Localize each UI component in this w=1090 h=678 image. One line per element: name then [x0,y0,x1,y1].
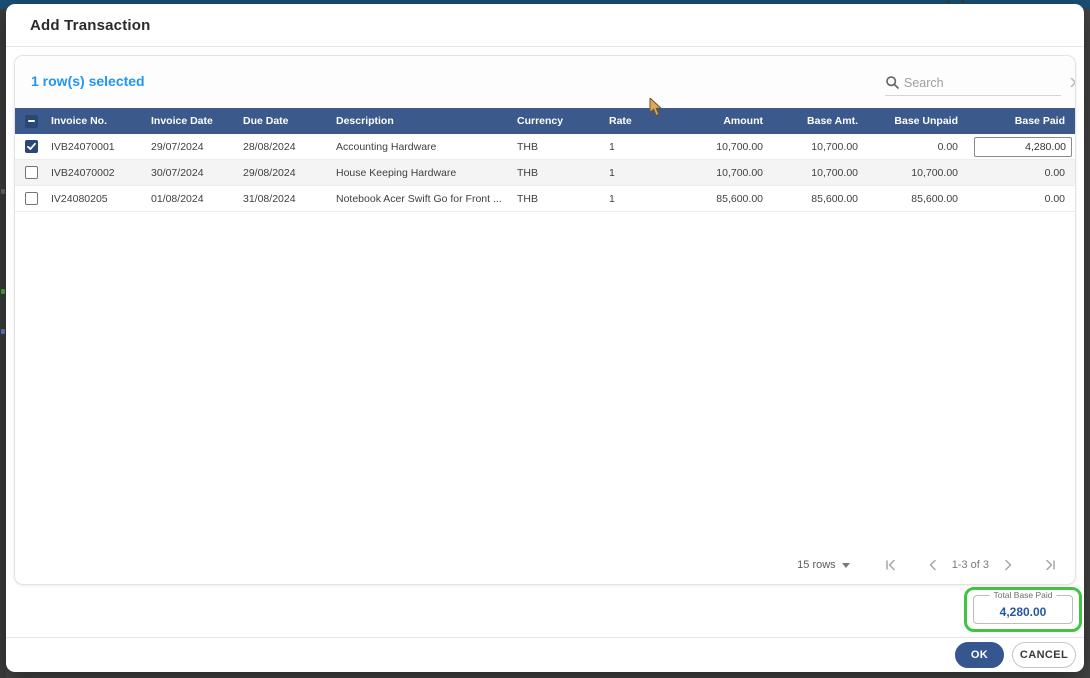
cell-due-date: 29/08/2024 [243,166,296,179]
cell-rate: 1 [609,140,615,153]
cell-base-amt: 10,700.00 [811,140,858,153]
total-base-paid-field: Total Base Paid 4,280.00 [973,590,1073,624]
cell-base-unpaid: 0.00 [937,140,958,153]
cell-invoice-date: 01/08/2024 [151,192,204,205]
search-icon [885,75,900,90]
col-header-description[interactable]: Description [332,115,513,127]
invoice-table: Invoice No. Invoice Date Due Date Descri… [15,108,1075,212]
checkbox-unchecked-icon[interactable] [24,192,38,205]
invoice-table-card: 1 row(s) selected Search Invoice No. Inv… [14,55,1076,585]
table-row[interactable]: IVB24070002 30/07/2024 29/08/2024 House … [15,160,1075,186]
page-range-label: 1-3 of 3 [951,559,989,571]
cell-amount: 85,600.00 [716,192,763,205]
cell-description: Accounting Hardware [336,140,437,153]
col-header-currency[interactable]: Currency [513,115,605,127]
col-header-base-unpaid[interactable]: Base Unpaid [870,115,970,127]
table-header-row: Invoice No. Invoice Date Due Date Descri… [15,108,1075,134]
last-page-icon[interactable] [1037,553,1063,577]
cell-description: House Keeping Hardware [336,166,457,179]
checkbox-indeterminate-icon[interactable] [24,114,38,128]
first-page-icon[interactable] [878,553,904,577]
cell-invoice-date: 30/07/2024 [151,166,204,179]
cell-invoice-no: IV24080205 [51,192,108,205]
base-paid-input[interactable] [974,136,1072,157]
dialog-title: Add Transaction [30,17,151,34]
cell-base-paid: 0.00 [1044,192,1065,205]
cell-base-amt: 10,700.00 [811,166,858,179]
col-header-invoice-date[interactable]: Invoice Date [147,115,239,127]
cell-base-unpaid: 85,600.00 [911,192,958,205]
cell-amount: 10,700.00 [716,166,763,179]
ok-button[interactable]: OK [955,642,1004,668]
total-base-paid-label: Total Base Paid [989,590,1057,600]
cell-due-date: 28/08/2024 [243,140,296,153]
cell-description: Notebook Acer Swift Go for Front ... [336,192,502,205]
select-all-checkbox[interactable] [15,114,47,128]
cell-base-amt: 85,600.00 [811,192,858,205]
total-base-paid-value: 4,280.00 [999,604,1047,619]
dialog-footer: OK CANCEL [6,637,1084,672]
cell-invoice-no: IVB24070002 [51,166,115,179]
table-row[interactable]: IV24080205 01/08/2024 31/08/2024 Noteboo… [15,186,1075,212]
col-header-invoice-no[interactable]: Invoice No. [47,115,147,127]
cell-rate: 1 [609,192,615,205]
cell-currency: THB [517,140,538,153]
pagination-bar: 15 rows 1-3 of 3 [797,553,1063,577]
cell-invoice-date: 29/07/2024 [151,140,204,153]
cell-base-unpaid: 10,700.00 [911,166,958,179]
col-header-base-amt[interactable]: Base Amt. [775,115,870,127]
next-page-icon[interactable] [995,553,1021,577]
selection-status: 1 row(s) selected [31,73,145,89]
cancel-button[interactable]: CANCEL [1012,642,1076,668]
checkbox-unchecked-icon[interactable] [24,166,38,179]
total-base-paid-highlight: Total Base Paid 4,280.00 [964,587,1082,632]
col-header-rate[interactable]: Rate [605,115,665,127]
cell-amount: 10,700.00 [716,140,763,153]
clear-search-icon[interactable] [1069,76,1075,89]
sidebar-tick [1,289,5,294]
col-header-amount[interactable]: Amount [665,115,775,127]
table-row[interactable]: IVB24070001 29/07/2024 28/08/2024 Accoun… [15,134,1075,160]
cell-currency: THB [517,192,538,205]
add-transaction-dialog: Add Transaction 1 row(s) selected Search… [6,4,1084,672]
dropdown-caret-icon[interactable] [841,562,850,568]
cell-due-date: 31/08/2024 [243,192,296,205]
cell-base-paid: 0.00 [1044,166,1065,179]
cell-rate: 1 [609,166,615,179]
search-input[interactable] [900,75,1069,90]
col-header-base-paid[interactable]: Base Paid [970,115,1075,127]
prev-page-icon[interactable] [920,553,946,577]
dialog-header: Add Transaction [6,4,1084,47]
search-field[interactable] [885,70,1075,96]
rows-per-page-select[interactable]: 15 rows [797,559,836,571]
cell-invoice-no: IVB24070001 [51,140,115,153]
table-toolbar: 1 row(s) selected [15,56,1075,108]
sidebar-tick [1,329,5,334]
sidebar-tick [1,189,5,194]
checkbox-checked-icon[interactable] [24,140,38,153]
cell-currency: THB [517,166,538,179]
col-header-due-date[interactable]: Due Date [239,115,332,127]
